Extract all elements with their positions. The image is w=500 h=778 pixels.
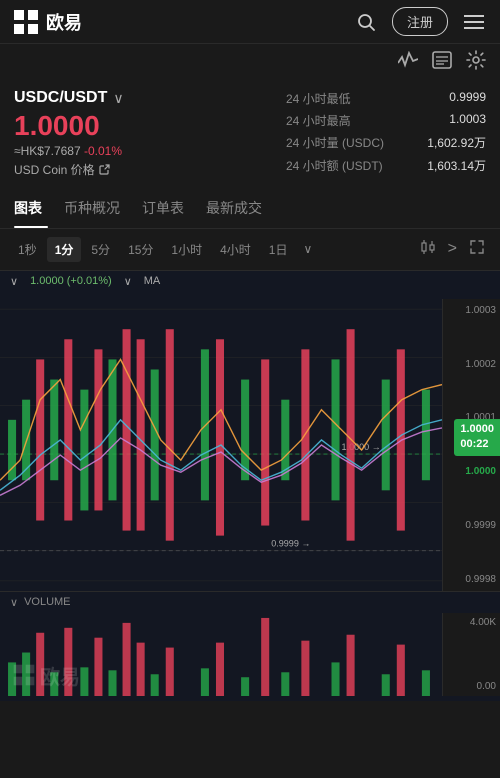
interval-1h[interactable]: 1小时 [163, 237, 210, 262]
volume-axis-right: 4.00K 0.00 [442, 613, 500, 696]
stat-value-high: 1.0003 [449, 112, 486, 129]
axis-label-5: 0.9999 [447, 520, 496, 531]
expand-right-icon[interactable]: > [443, 236, 462, 262]
external-link-icon [99, 164, 110, 175]
price-stats: 24 小时最低 0.9999 24 小时最高 1.0003 24 小时量 (US… [286, 89, 486, 178]
app-header: 欧易 注册 [0, 0, 500, 44]
register-button[interactable]: 注册 [392, 7, 448, 36]
stat-label-vol-usdt: 24 小时额 (USDT) [286, 157, 383, 174]
pair-row: USDC/USDT ∨ [14, 89, 286, 107]
stat-value-vol-usdc: 1,602.92万 [427, 134, 486, 151]
interval-1s[interactable]: 1秒 [10, 237, 45, 262]
watermark-text: 欧易 [40, 661, 80, 690]
search-icon[interactable] [352, 8, 380, 36]
price-left: USDC/USDT ∨ 1.0000 ≈HK$7.7687 -0.01% USD… [14, 89, 286, 178]
menu-icon[interactable] [460, 8, 488, 36]
settings-icon[interactable] [466, 50, 486, 75]
tab-trades[interactable]: 最新成交 [206, 188, 276, 228]
price-chart-svg: 1.0000 → 0.9999 → [0, 299, 442, 591]
coin-link[interactable]: USD Coin 价格 [14, 161, 286, 178]
header-right: 注册 [352, 7, 488, 36]
stat-row-low: 24 小时最低 0.9999 [286, 90, 486, 107]
price-section: USDC/USDT ∨ 1.0000 ≈HK$7.7687 -0.01% USD… [0, 81, 500, 188]
volume-label: VOLUME [24, 596, 70, 608]
volume-chart-area: ∨ VOLUME [0, 591, 500, 701]
interval-5m[interactable]: 5分 [83, 237, 118, 262]
price-change: -0.01% [84, 144, 122, 158]
trading-pair: USDC/USDT [14, 89, 107, 107]
stat-value-low: 0.9999 [449, 90, 486, 107]
tabs-row: 图表 币种概况 订单表 最新成交 [0, 188, 500, 229]
pair-dropdown-icon[interactable]: ∨ [113, 90, 123, 107]
hkd-price: ≈HK$7.7687 -0.01% [14, 144, 286, 158]
logo-area: 欧易 [12, 8, 82, 36]
current-price-tag: 1.0000 00:22 [454, 419, 500, 456]
chart-info-bar: ∨ 1.0000 (+0.01%) ∨ MA [0, 271, 170, 292]
book-icon[interactable] [432, 51, 452, 74]
tab-orderbook[interactable]: 订单表 [142, 188, 198, 228]
wave-icon[interactable] [398, 51, 418, 74]
watermark-logo-icon [12, 663, 36, 687]
interval-1m[interactable]: 1分 [47, 237, 82, 262]
stat-label-high: 24 小时最高 [286, 112, 351, 129]
stat-label-low: 24 小时最低 [286, 90, 351, 107]
interval-row: 1秒 1分 5分 15分 1小时 4小时 1日 ∨ > [0, 229, 500, 271]
interval-more-dropdown[interactable]: ∨ [297, 238, 318, 260]
volume-chart-wrapper: 4.00K 0.00 欧易 [0, 613, 500, 696]
vol-axis-bottom: 0.00 [447, 681, 496, 692]
interval-4h[interactable]: 4小时 [212, 237, 259, 262]
watermark: 欧易 [12, 661, 80, 690]
axis-label-2: 1.0002 [447, 359, 496, 370]
ma-toggle-icon[interactable]: ∨ [124, 275, 132, 288]
ma-label: MA [144, 275, 161, 287]
candle-type-icon[interactable] [415, 235, 441, 264]
volume-toggle-icon[interactable]: ∨ [10, 596, 18, 609]
stat-value-vol-usdt: 1,603.14万 [427, 157, 486, 174]
vol-axis-top: 4.00K [447, 617, 496, 628]
stat-row-vol-usdc: 24 小时量 (USDC) 1,602.92万 [286, 134, 486, 151]
price-tag-time: 00:22 [460, 437, 494, 452]
chart-toggle-icon[interactable]: ∨ [10, 275, 18, 288]
tab-overview[interactable]: 币种概况 [64, 188, 134, 228]
svg-text:0.9999 →: 0.9999 → [271, 538, 310, 548]
stat-row-high: 24 小时最高 1.0003 [286, 112, 486, 129]
logo-text: 欧易 [46, 9, 82, 35]
stat-row-vol-usdt: 24 小时额 (USDT) 1,603.14万 [286, 157, 486, 174]
axis-label-top: 1.0003 [447, 305, 496, 316]
fullscreen-icon[interactable] [464, 235, 490, 264]
price-tag-value: 1.0000 [460, 422, 494, 437]
interval-15m[interactable]: 15分 [120, 237, 161, 262]
stat-label-vol-usdc: 24 小时量 (USDC) [286, 134, 384, 151]
chart-toolbar [0, 44, 500, 81]
price-chart-area: ∨ 1.0000 (+0.01%) ∨ MA 1.0000 → 0.9999 → [0, 271, 500, 591]
interval-1d[interactable]: 1日 [261, 237, 296, 262]
chart-info-value: 1.0000 (+0.01%) [30, 275, 112, 287]
logo-icon [12, 8, 40, 36]
tab-chart[interactable]: 图表 [14, 188, 56, 228]
current-price: 1.0000 [14, 111, 286, 142]
volume-label-row: ∨ VOLUME [0, 592, 500, 613]
axis-label-4: 1.0000 [447, 466, 496, 477]
axis-label-bottom: 0.9998 [447, 574, 496, 585]
